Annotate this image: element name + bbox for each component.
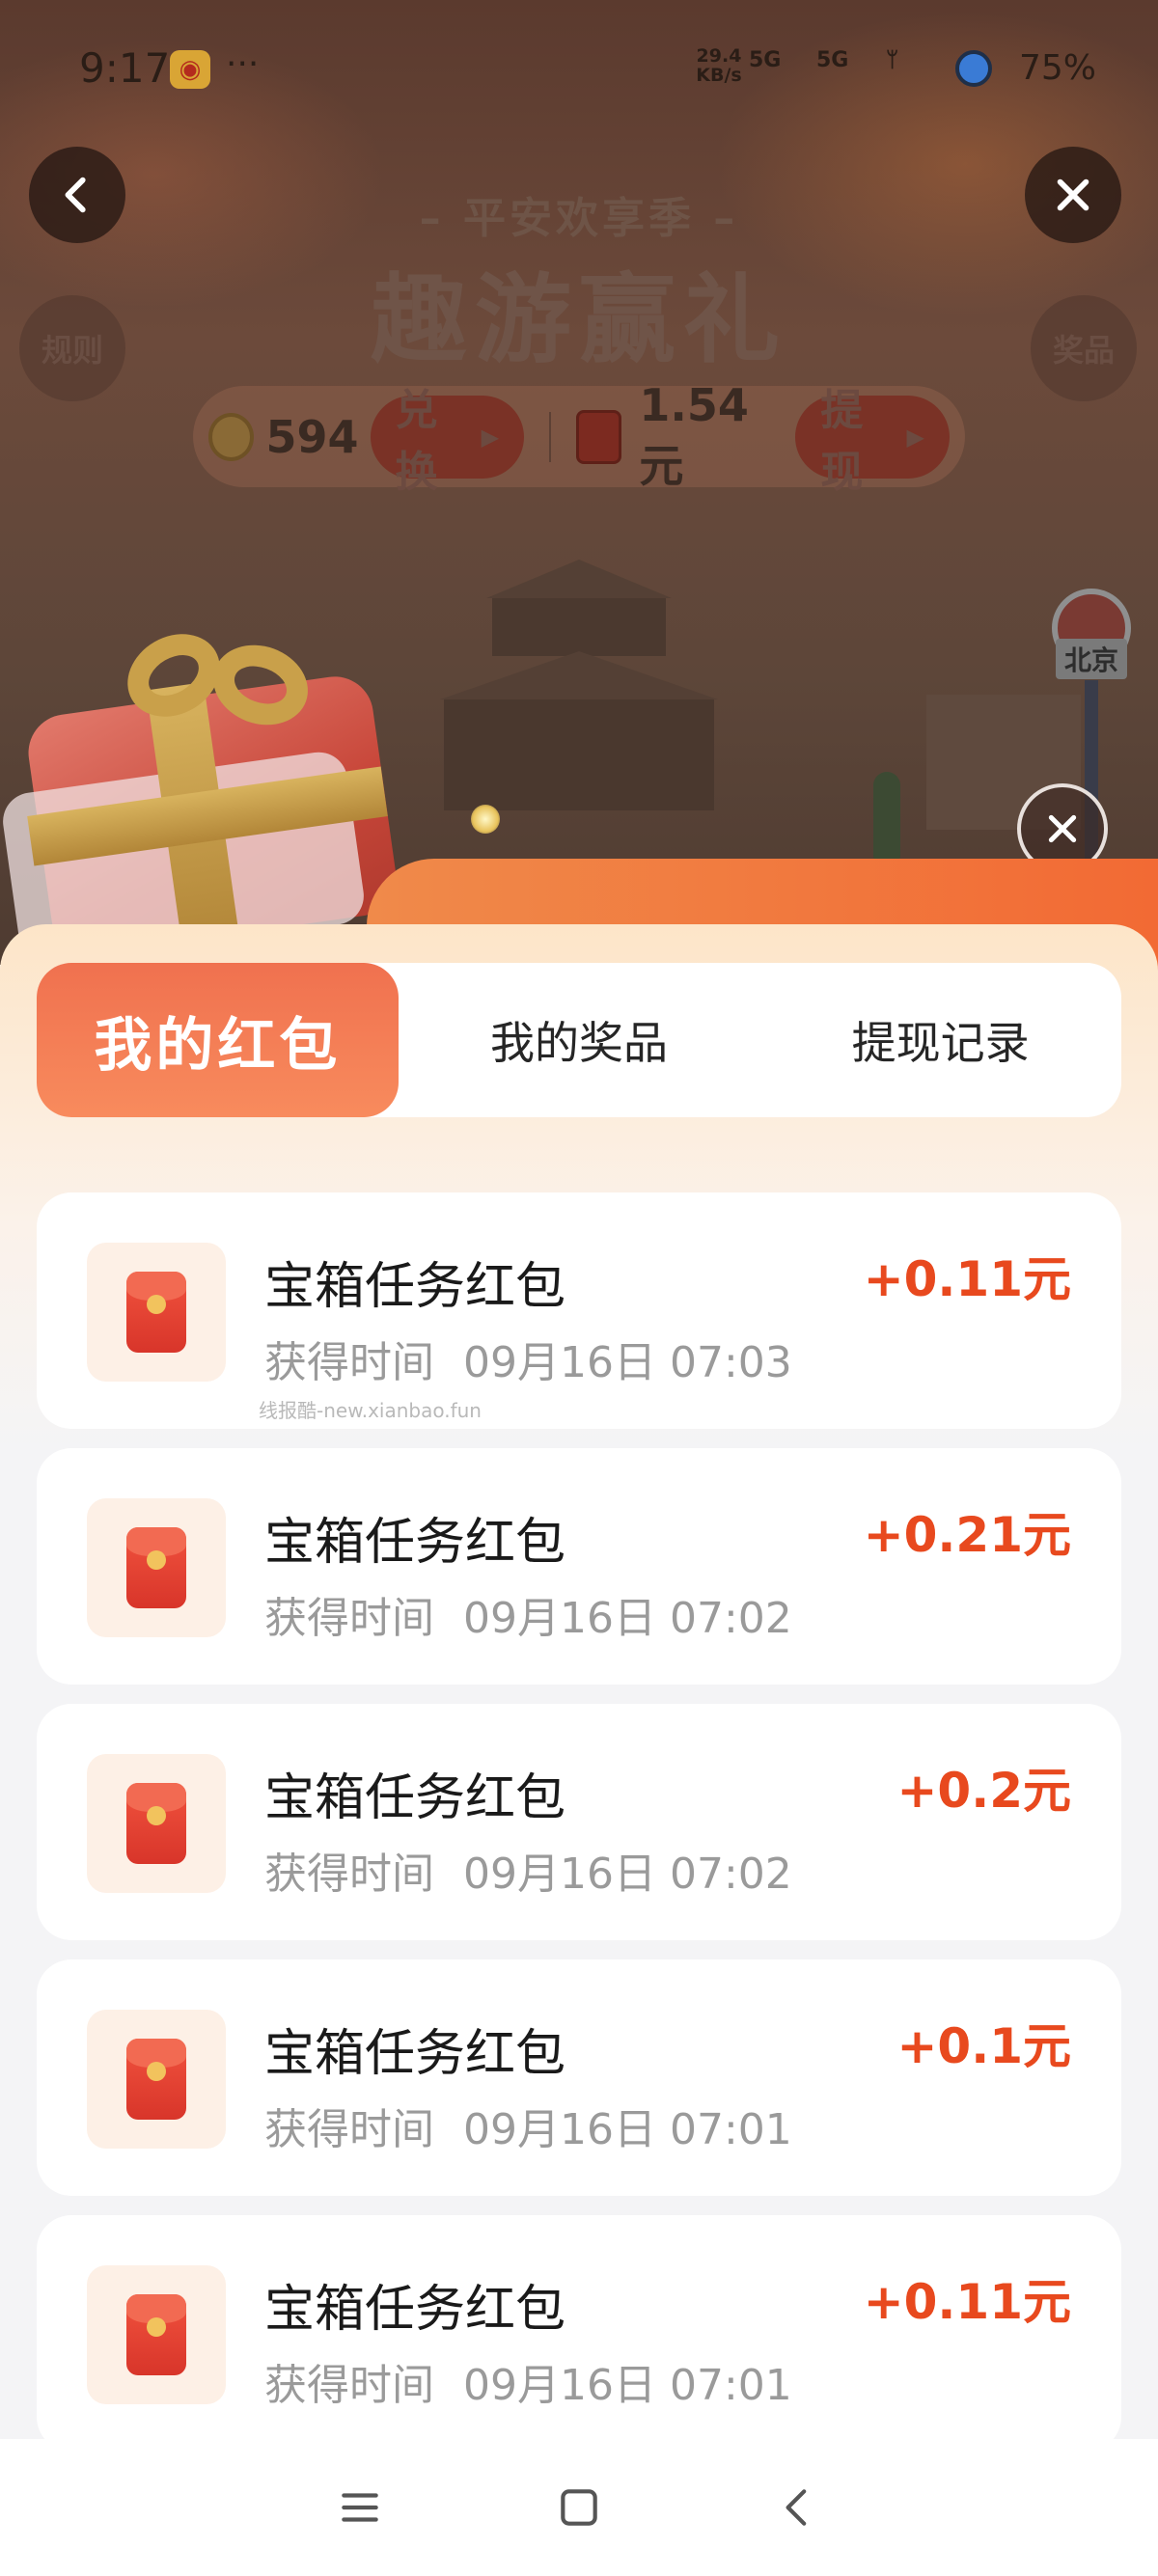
record-time: 获得时间 09月16日 07:02 <box>264 1839 792 1901</box>
withdraw-button[interactable]: 提现 ▶ <box>795 386 950 497</box>
close-icon <box>1048 814 1077 843</box>
triangle-right-icon: ▶ <box>906 423 924 451</box>
record-title: 宝箱任务红包 <box>264 2281 566 2339</box>
red-packet-icon <box>126 1783 186 1864</box>
record-title: 宝箱任务红包 <box>264 1769 566 1827</box>
record-time-label: 获得时间 <box>264 1850 434 1899</box>
record-title: 宝箱任务红包 <box>264 2025 566 2083</box>
red-packet-thumb <box>87 1498 226 1637</box>
battery-icon <box>955 50 992 87</box>
record-time-value: 09月16日 07:02 <box>463 1850 792 1899</box>
divider <box>549 411 552 462</box>
home-button[interactable] <box>540 2469 618 2546</box>
sparkle-icon <box>471 805 500 834</box>
record-title: 宝箱任务红包 <box>264 1514 566 1572</box>
banner-title: 趣游赢礼 <box>371 263 787 376</box>
record-time: 获得时间 09月16日 07:02 <box>264 1583 792 1645</box>
cash-balance: 1.54元 <box>639 378 749 492</box>
triangle-right-icon: ▶ <box>481 423 500 451</box>
record-amount: +0.11元 <box>863 1251 1071 1307</box>
record-amount: +0.2元 <box>896 1763 1071 1819</box>
list-item: 宝箱任务红包 获得时间 09月16日 07:01 +0.1元 <box>37 1959 1121 2196</box>
list-item: 宝箱任务红包 获得时间 09月16日 07:02 +0.21元 <box>37 1448 1121 1685</box>
gift-box-icon <box>0 617 425 970</box>
record-time-label: 获得时间 <box>264 2105 434 2154</box>
record-time: 获得时间 09月16日 07:03 <box>264 1328 792 1389</box>
balance-bar: 594 兑换 ▶ 1.54元 提现 ▶ <box>193 379 965 497</box>
red-packet-icon <box>126 1272 186 1353</box>
city-sign-label: 北京 <box>1056 639 1127 679</box>
home-square-icon <box>561 2489 597 2526</box>
record-time-label: 获得时间 <box>264 1594 434 1643</box>
tab-bar: 我的红包 我的奖品 提现记录 <box>37 963 1121 1117</box>
exchange-button[interactable]: 兑换 ▶ <box>370 386 525 497</box>
red-packet-icon <box>126 2294 186 2375</box>
record-amount: +0.21元 <box>863 1507 1071 1563</box>
tab-withdraw-records[interactable]: 提现记录 <box>759 963 1121 1117</box>
red-packet-thumb <box>87 1754 226 1893</box>
palace-illustration <box>405 560 753 810</box>
more-notifications-icon: ··· <box>226 44 260 84</box>
weibo-icon: ◉ <box>170 50 210 89</box>
red-packet-thumb <box>87 2265 226 2404</box>
red-packet-icon <box>576 409 622 464</box>
list-item: 宝箱任务红包 获得时间 09月16日 07:01 +0.11元 <box>37 2215 1121 2439</box>
coin-icon <box>208 412 255 461</box>
withdraw-label: 提现 <box>820 385 864 497</box>
wifi-icon: ᛘ <box>886 48 899 72</box>
system-back-button[interactable] <box>759 2469 837 2546</box>
battery-level: 75% <box>1019 48 1097 88</box>
status-bar: 9:17 ◉ ··· 29.4 KB/s 5G 5G ᛘ 75% <box>0 0 1158 140</box>
red-packet-thumb <box>87 2010 226 2149</box>
watermark: 线报酷-new.xianbao.fun <box>259 1399 482 1422</box>
red-packet-thumb <box>87 1243 226 1382</box>
records-panel: 我的红包 我的奖品 提现记录 宝箱任务红包 获得时间 09月16日 07:03 +… <box>0 924 1158 2439</box>
status-time: 9:17 <box>79 44 171 92</box>
coin-balance: 594 <box>265 410 359 463</box>
tab-my-red-packets[interactable]: 我的红包 <box>37 963 399 1117</box>
list-item: 宝箱任务红包 获得时间 09月16日 07:02 +0.2元 <box>37 1704 1121 1940</box>
list-item: 宝箱任务红包 获得时间 09月16日 07:03 +0.11元 线报酷-new.x… <box>37 1192 1121 1429</box>
record-time-value: 09月16日 07:01 <box>463 2105 792 2154</box>
signal-5g-2: 5G <box>816 48 849 72</box>
tab-my-prizes[interactable]: 我的奖品 <box>399 963 760 1117</box>
system-nav-bar <box>0 2439 1158 2576</box>
record-time-value: 09月16日 07:02 <box>463 1594 792 1643</box>
record-amount: +0.1元 <box>896 2018 1071 2074</box>
banner-subtitle: – 平安欢享季 – <box>419 194 739 243</box>
record-time-label: 获得时间 <box>264 1338 434 1387</box>
record-list[interactable]: 宝箱任务红包 获得时间 09月16日 07:03 +0.11元 线报酷-new.x… <box>37 1192 1121 2439</box>
cactus-illustration <box>873 772 900 868</box>
record-time-value: 09月16日 07:01 <box>463 2361 792 2410</box>
red-packet-icon <box>126 1527 186 1608</box>
menu-icon <box>342 2493 379 2522</box>
record-time-value: 09月16日 07:03 <box>463 1338 792 1387</box>
record-amount: +0.11元 <box>863 2274 1071 2330</box>
signal-5g-1: 5G <box>749 48 782 72</box>
menu-button[interactable] <box>321 2469 399 2546</box>
red-packet-icon <box>126 2039 186 2120</box>
record-time: 获得时间 09月16日 07:01 <box>264 2350 792 2412</box>
chevron-left-icon <box>786 2489 806 2526</box>
record-time-label: 获得时间 <box>264 2361 434 2410</box>
record-time: 获得时间 09月16日 07:01 <box>264 2095 792 2156</box>
record-title: 宝箱任务红包 <box>264 1258 566 1316</box>
network-speed: 29.4 KB/s <box>696 45 742 86</box>
exchange-label: 兑换 <box>395 385 438 497</box>
